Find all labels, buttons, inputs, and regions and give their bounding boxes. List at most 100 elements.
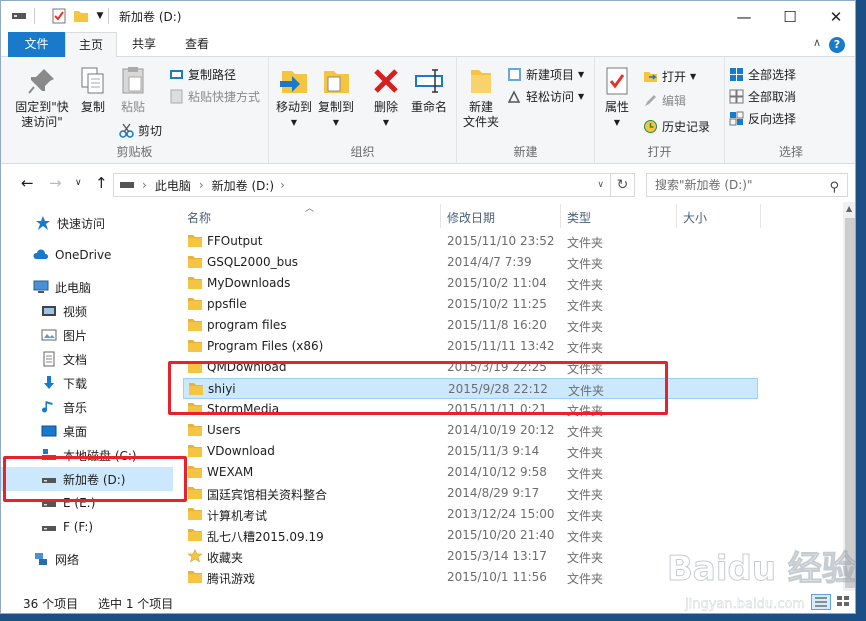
maximize-button[interactable]: ☐	[767, 1, 813, 32]
qat-dropdown-icon[interactable]: ▼	[93, 7, 107, 25]
search-input[interactable]: 搜索"新加卷 (D:)" ⚲	[646, 173, 848, 197]
column-type[interactable]: 类型	[567, 209, 591, 226]
column-name[interactable]: 名称	[187, 209, 211, 226]
nav-documents[interactable]: 文档	[1, 347, 173, 371]
scroll-up-icon[interactable]: ▲	[846, 204, 852, 213]
address-bar[interactable]: › 此电脑 › 新加卷 (D:) › ∨	[113, 173, 611, 197]
forward-arrow-icon[interactable]: →	[49, 174, 62, 192]
paste-button[interactable]: 粘贴	[115, 65, 151, 115]
minimize-button[interactable]: —	[721, 1, 767, 32]
new-folder-qat-icon[interactable]	[71, 7, 91, 25]
table-row[interactable]: shiyi 2015/9/28 22:12 文件夹	[183, 378, 758, 399]
table-row[interactable]: 腾讯游戏 2015/10/1 11:56 文件夹	[183, 567, 758, 588]
move-to-button[interactable]: 移动到 ▼	[275, 65, 313, 130]
column-divider[interactable]	[760, 204, 761, 228]
column-size[interactable]: 大小	[683, 209, 707, 226]
new-item-button[interactable]: 新建项目 ▼	[507, 65, 584, 83]
column-date[interactable]: 修改日期	[447, 209, 495, 226]
copy-to-button[interactable]: 复制到 ▼	[317, 65, 355, 130]
nav-network[interactable]: 网络	[1, 547, 173, 571]
table-row[interactable]: FFOutput 2015/11/10 23:52 文件夹	[183, 231, 758, 252]
tab-file[interactable]: 文件	[8, 32, 65, 57]
table-row[interactable]: Users 2014/10/19 20:12 文件夹	[183, 420, 758, 441]
copy-path-button[interactable]: 复制路径	[169, 65, 236, 83]
nav-desktop[interactable]: 桌面	[1, 419, 173, 443]
collapse-ribbon-icon[interactable]: ∧	[813, 36, 821, 49]
file-name: VDownload	[207, 444, 275, 458]
table-row[interactable]: program files 2015/11/8 16:20 文件夹	[183, 315, 758, 336]
column-divider[interactable]	[676, 204, 677, 228]
nav-quick-access[interactable]: 快速访问	[1, 211, 173, 235]
edit-button[interactable]: 编辑	[643, 91, 686, 109]
rename-button[interactable]: 重命名	[407, 65, 451, 115]
tab-view[interactable]: 查看	[171, 32, 223, 57]
copy-button[interactable]: 复制	[75, 65, 111, 115]
nav-drive-f[interactable]: F (F:)	[1, 515, 173, 539]
table-row[interactable]: ppsfile 2015/10/2 11:25 文件夹	[183, 294, 758, 315]
column-divider[interactable]	[440, 204, 441, 228]
large-icons-view-icon[interactable]	[835, 594, 853, 610]
nav-onedrive[interactable]: OneDrive	[1, 243, 173, 267]
recent-locations-icon[interactable]: ∨	[75, 178, 82, 188]
breadcrumb-sep-1[interactable]: ›	[142, 178, 147, 192]
paste-shortcut-button[interactable]: 粘贴快捷方式	[169, 87, 260, 105]
help-icon[interactable]: ?	[829, 37, 845, 53]
nav-videos[interactable]: 视频	[1, 299, 173, 323]
column-divider[interactable]	[560, 204, 561, 228]
cut-button[interactable]: 剪切	[119, 121, 162, 139]
nav-drive-c[interactable]: 本地磁盘 (C:)	[1, 443, 173, 467]
address-dropdown-icon[interactable]: ∨	[597, 180, 604, 190]
file-date: 2014/8/29 9:17	[447, 486, 540, 500]
search-icon[interactable]: ⚲	[829, 177, 839, 199]
table-row[interactable]: 收藏夹 2015/3/14 13:17 文件夹	[183, 546, 758, 567]
close-button[interactable]: ✕	[813, 1, 855, 32]
table-row[interactable]: StormMedia 2015/11/11 0:21 文件夹	[183, 399, 758, 420]
folder-icon	[187, 360, 203, 374]
back-arrow-icon[interactable]: ←	[21, 174, 34, 192]
open-button[interactable]: 打开 ▼	[643, 67, 696, 85]
breadcrumb-this-pc[interactable]: 此电脑	[155, 177, 191, 194]
properties-button[interactable]: 属性 ▼	[599, 65, 635, 130]
table-row[interactable]: GSQL2000_bus 2014/4/7 7:39 文件夹	[183, 252, 758, 273]
invert-selection-button[interactable]: 反向选择	[729, 109, 796, 127]
nav-this-pc[interactable]: 此电脑	[1, 275, 173, 299]
nav-label: 文档	[63, 352, 88, 367]
item-count: 36 个项目	[23, 597, 79, 611]
select-all-button[interactable]: 全部选择	[729, 65, 796, 83]
pin-quick-access-button[interactable]: 固定到"快 速访问"	[11, 65, 73, 130]
select-none-button[interactable]: 全部取消	[729, 87, 796, 105]
up-arrow-icon[interactable]: ↑	[95, 174, 108, 192]
properties-label: 属性	[604, 100, 629, 114]
group-label-open: 打开	[647, 145, 672, 159]
nav-pictures[interactable]: 图片	[1, 323, 173, 347]
delete-button[interactable]: 删除 ▼	[369, 65, 403, 130]
nav-music[interactable]: 音乐	[1, 395, 173, 419]
drive-icon[interactable]	[9, 7, 29, 25]
table-row[interactable]: MyDownloads 2015/10/2 11:04 文件夹	[183, 273, 758, 294]
refresh-button[interactable]: ↻	[611, 173, 635, 197]
vertical-scrollbar[interactable]: ▲	[843, 202, 855, 591]
tab-home[interactable]: 主页	[65, 32, 117, 58]
tab-share[interactable]: 共享	[119, 32, 169, 57]
table-row[interactable]: Program Files (x86) 2015/11/11 13:42 文件夹	[183, 336, 758, 357]
breadcrumb-sep-3[interactable]: ›	[280, 178, 285, 192]
table-row[interactable]: 国廷宾馆相关资料整合 2014/8/29 9:17 文件夹	[183, 483, 758, 504]
table-row[interactable]: QMDownload 2015/3/19 22:25 文件夹	[183, 357, 758, 378]
details-view-icon[interactable]	[811, 594, 831, 610]
nav-drive-e[interactable]: E (E:)	[1, 491, 173, 515]
history-button[interactable]: 历史记录	[643, 117, 710, 135]
properties-qat-icon[interactable]	[49, 7, 69, 25]
scroll-thumb[interactable]	[845, 218, 855, 588]
table-row[interactable]: VDownload 2015/11/3 9:14 文件夹	[183, 441, 758, 462]
nav-downloads[interactable]: 下载	[1, 371, 173, 395]
breadcrumb-drive[interactable]: 新加卷 (D:)	[212, 177, 274, 194]
music-icon	[41, 399, 57, 415]
nav-drive-d[interactable]: 新加卷 (D:)	[1, 467, 173, 491]
new-folder-button[interactable]: 新建 文件夹	[461, 65, 501, 130]
table-row[interactable]: 计算机考试 2013/12/24 15:00 文件夹	[183, 504, 758, 525]
easy-access-button[interactable]: 轻松访问 ▼	[507, 87, 584, 105]
breadcrumb-sep-2[interactable]: ›	[199, 178, 204, 192]
table-row[interactable]: WEXAM 2014/10/12 9:58 文件夹	[183, 462, 758, 483]
status-bar: 36 个项目 选中 1 个项目	[1, 591, 855, 613]
table-row[interactable]: 乱七八糟2015.09.19 2015/10/20 21:40 文件夹	[183, 525, 758, 546]
